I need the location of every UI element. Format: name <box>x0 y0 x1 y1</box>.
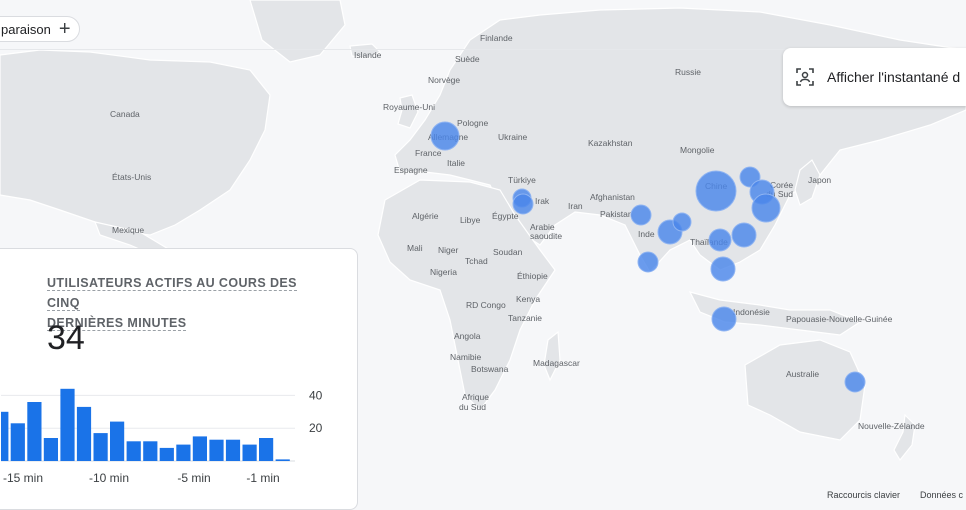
bubble-inde-2[interactable] <box>672 212 692 232</box>
map-label-norvege: Norvège <box>428 75 460 85</box>
add-comparison-button[interactable]: paraison + <box>0 16 80 42</box>
keyboard-shortcuts-link[interactable]: Raccourcis clavier <box>827 490 900 500</box>
map-label-russie: Russie <box>675 67 701 77</box>
active-users-bar-chart[interactable]: 40 20 -15 min -10 min -5 min -1 min <box>1 379 341 499</box>
bubble-coree-2[interactable] <box>751 193 781 223</box>
map-label-espagne: Espagne <box>394 165 428 175</box>
map-label-italie: Italie <box>447 158 465 168</box>
map-label-irak: Irak <box>535 196 550 206</box>
chart-bar[interactable] <box>176 444 191 461</box>
map-label-indonesie: Indonésie <box>733 307 770 317</box>
chart-bar[interactable] <box>159 447 174 461</box>
map-label-mexique: Mexique <box>112 225 144 235</box>
map-label-mali: Mali <box>407 243 423 253</box>
bubble-thailande[interactable] <box>710 256 736 282</box>
map-label-france: France <box>415 148 442 158</box>
chart-bar[interactable] <box>60 388 75 461</box>
map-label-pologne: Pologne <box>457 118 488 128</box>
bubble-irak-2[interactable] <box>512 193 534 215</box>
y-tick-label: 40 <box>309 388 323 402</box>
active-users-count: 34 <box>47 319 85 357</box>
snapshot-label: Afficher l'instantané d <box>827 69 961 85</box>
map-label-kenya: Kenya <box>516 294 540 304</box>
view-snapshot-button[interactable]: Afficher l'instantané d <box>783 48 966 106</box>
map-label-rd-congo: RD Congo <box>466 300 506 310</box>
x-tick-label: -10 min <box>89 471 129 485</box>
bubble-indonesie[interactable] <box>711 306 737 332</box>
map-label-inde: Inde <box>638 229 655 239</box>
chart-bar[interactable] <box>192 436 207 461</box>
map-label-algerie: Algérie <box>412 211 439 221</box>
map-label-australie: Australie <box>786 369 819 379</box>
map-label-tanzanie: Tanzanie <box>508 313 542 323</box>
map-label-afghanistan: Afghanistan <box>590 192 635 202</box>
map-label-pakistan: Pakistan <box>600 209 633 219</box>
chart-bar[interactable] <box>43 438 58 461</box>
chart-bar[interactable] <box>209 439 224 461</box>
chart-bar[interactable] <box>259 438 274 461</box>
map-label-papouasie: Papouasie-Nouvelle-Guinée <box>786 314 893 324</box>
chart-bar[interactable] <box>242 444 257 461</box>
map-label-kazakhstan: Kazakhstan <box>588 138 633 148</box>
map-label-mongolie: Mongolie <box>680 145 715 155</box>
card-title[interactable]: UTILISATEURS ACTIFS AU COURS DES CINQ DE… <box>47 273 327 333</box>
map-data-link[interactable]: Données c <box>920 490 963 500</box>
map-label-botswana: Botswana <box>471 364 509 374</box>
map-label-madagascar: Madagascar <box>533 358 580 368</box>
map-label-soudan: Soudan <box>493 247 523 257</box>
top-toolbar: paraison + <box>0 0 966 50</box>
x-tick-label: -5 min <box>177 471 210 485</box>
map-label-libye: Libye <box>460 215 481 225</box>
chart-bar[interactable] <box>1 411 9 461</box>
map-label-tchad: Tchad <box>465 256 488 266</box>
map-label-etats-unis: États-Unis <box>112 172 151 182</box>
map-label-nigeria: Nigeria <box>430 267 457 277</box>
comparison-label: paraison <box>1 21 51 37</box>
bubble-australie[interactable] <box>844 371 866 393</box>
chart-bar[interactable] <box>143 441 158 461</box>
map-label-niger: Niger <box>438 245 458 255</box>
chart-bar[interactable] <box>225 439 241 461</box>
bubble-vietnam[interactable] <box>731 222 757 248</box>
map-label-ukraine: Ukraine <box>498 132 528 142</box>
map-label-royaume-uni: Royaume-Uni <box>383 102 435 112</box>
x-tick-label: -15 min <box>3 471 43 485</box>
chart-bar[interactable] <box>126 441 141 461</box>
snapshot-icon <box>796 68 814 86</box>
map-label-egypte: Égypte <box>492 211 519 221</box>
chart-bar[interactable] <box>110 421 125 461</box>
map-label-namibie: Namibie <box>450 352 481 362</box>
bubble-inde-south[interactable] <box>637 251 659 273</box>
map-label-ethiopie: Éthiopie <box>517 271 548 281</box>
map-label-turkiye: Türkiye <box>508 175 536 185</box>
map-label-suede: Suède <box>455 54 480 64</box>
bubble-chine[interactable] <box>695 170 737 212</box>
chart-bar[interactable] <box>27 402 42 461</box>
map-label-islande: Islande <box>354 50 382 60</box>
x-tick-label: -1 min <box>246 471 279 485</box>
map-label-angola: Angola <box>454 331 481 341</box>
map-label-japon: Japon <box>808 175 831 185</box>
active-users-card: UTILISATEURS ACTIFS AU COURS DES CINQ DE… <box>0 248 358 510</box>
chart-bar[interactable] <box>93 433 108 461</box>
bubble-pakistan[interactable] <box>630 204 652 226</box>
card-title-line1: UTILISATEURS ACTIFS AU COURS DES CINQ <box>47 276 297 311</box>
chart-bar[interactable] <box>76 406 92 461</box>
map-label-iran: Iran <box>568 201 583 211</box>
bubble-chine-south[interactable] <box>708 228 732 252</box>
map-label-canada: Canada <box>110 109 140 119</box>
chart-bar[interactable] <box>10 423 25 461</box>
plus-icon: + <box>58 18 71 40</box>
y-tick-label: 20 <box>309 421 323 435</box>
bubble-allemagne[interactable] <box>430 121 460 151</box>
map-label-afrique-du-sud: Afrique du Sud <box>459 392 489 412</box>
map-label-nouvelle-zelande: Nouvelle-Zélande <box>858 421 925 431</box>
chart-bar[interactable] <box>275 459 290 461</box>
